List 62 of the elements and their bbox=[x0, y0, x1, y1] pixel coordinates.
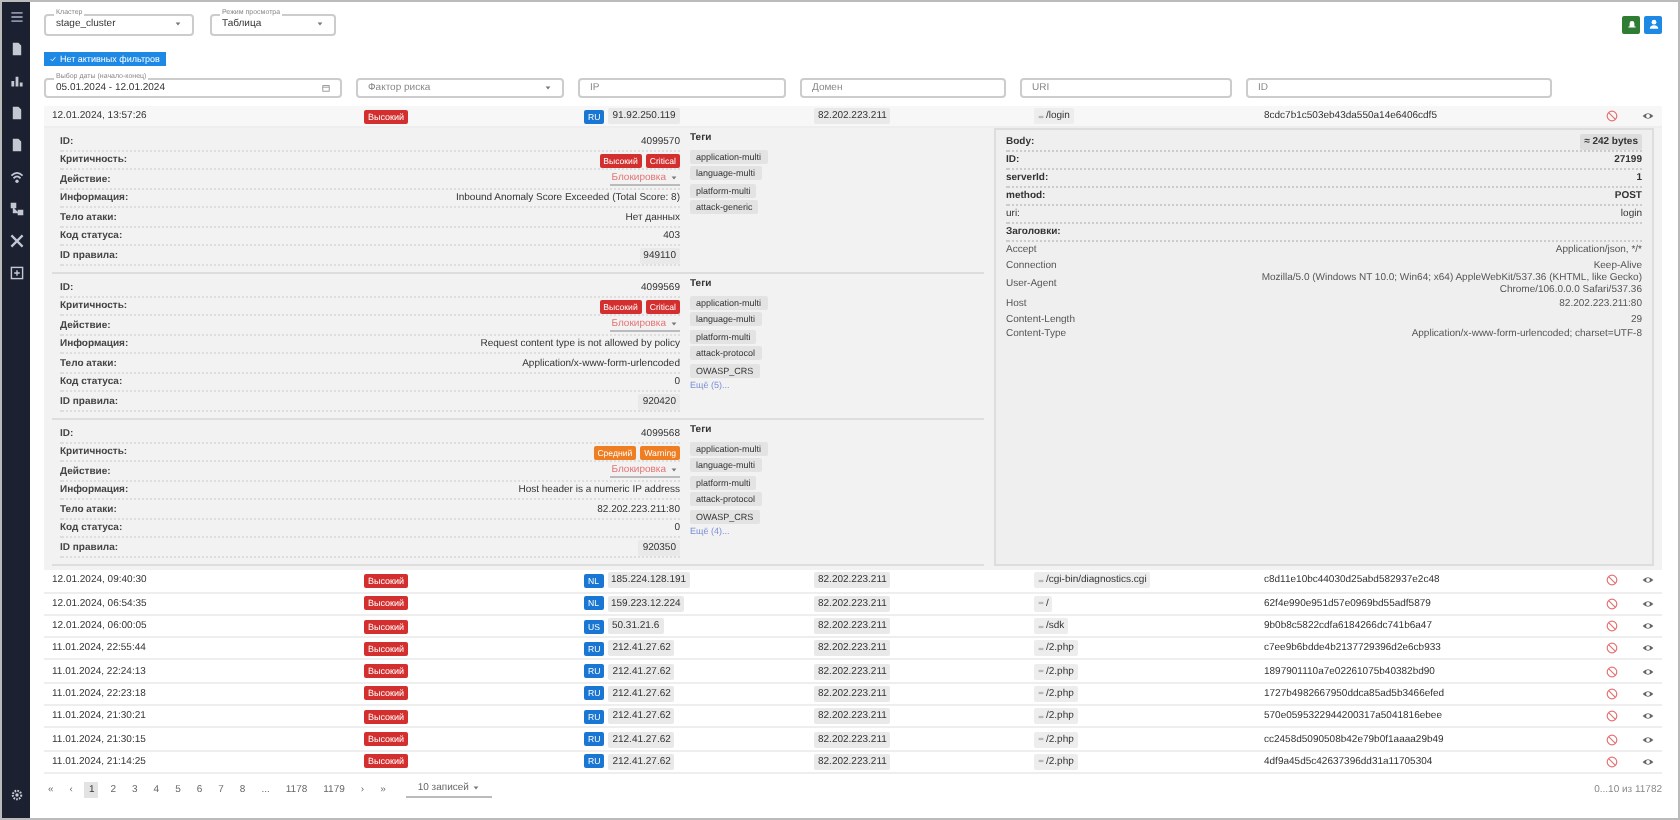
caret-icon bbox=[670, 320, 678, 329]
view-button[interactable] bbox=[1640, 731, 1656, 748]
block-icon bbox=[1606, 733, 1618, 746]
eye-icon bbox=[1642, 110, 1654, 123]
document-icon[interactable] bbox=[9, 106, 23, 120]
user-icon bbox=[1647, 18, 1659, 30]
calendar-icon bbox=[322, 84, 330, 92]
block-icon bbox=[1606, 687, 1618, 700]
block-button[interactable] bbox=[1604, 731, 1620, 748]
view-button[interactable] bbox=[1640, 663, 1656, 680]
block-button[interactable] bbox=[1604, 640, 1620, 657]
block-icon bbox=[1606, 597, 1618, 610]
eye-icon bbox=[1642, 733, 1654, 746]
block-button[interactable] bbox=[1604, 685, 1620, 702]
account-button[interactable] bbox=[1644, 15, 1662, 33]
view-button[interactable] bbox=[1640, 708, 1656, 725]
block-icon bbox=[1606, 574, 1618, 587]
eye-icon bbox=[1642, 574, 1654, 587]
eye-icon bbox=[1642, 597, 1654, 610]
view-button[interactable] bbox=[1640, 640, 1656, 657]
view-button[interactable] bbox=[1640, 753, 1656, 770]
check-icon bbox=[50, 55, 56, 61]
eye-icon bbox=[1642, 710, 1654, 723]
bar-chart-icon[interactable] bbox=[9, 74, 23, 88]
block-button[interactable] bbox=[1604, 572, 1620, 589]
block-button[interactable] bbox=[1604, 108, 1620, 125]
block-button[interactable] bbox=[1604, 708, 1620, 725]
plus-box-icon[interactable] bbox=[9, 266, 23, 280]
block-icon bbox=[1606, 110, 1618, 123]
view-button[interactable] bbox=[1640, 595, 1656, 612]
notifications-button[interactable] bbox=[1622, 15, 1640, 33]
eye-icon bbox=[1642, 687, 1654, 700]
eye-icon bbox=[1642, 642, 1654, 655]
block-icon bbox=[1606, 755, 1618, 768]
eye-icon bbox=[1642, 755, 1654, 768]
block-button[interactable] bbox=[1604, 595, 1620, 612]
tools-icon[interactable] bbox=[9, 234, 23, 248]
document-icon[interactable] bbox=[9, 42, 23, 56]
caret-icon bbox=[174, 20, 182, 28]
caret-icon bbox=[316, 20, 324, 28]
block-button[interactable] bbox=[1604, 618, 1620, 635]
eye-icon bbox=[1642, 665, 1654, 678]
block-button[interactable] bbox=[1604, 753, 1620, 770]
block-icon bbox=[1606, 665, 1618, 678]
caret-icon bbox=[544, 84, 552, 92]
bell-icon bbox=[1625, 18, 1637, 30]
network-icon[interactable] bbox=[9, 202, 23, 216]
settings-icon[interactable] bbox=[9, 788, 23, 802]
view-button[interactable] bbox=[1640, 572, 1656, 589]
document-icon[interactable] bbox=[9, 138, 23, 152]
view-button[interactable] bbox=[1640, 685, 1656, 702]
caret-icon bbox=[670, 174, 678, 183]
block-icon bbox=[1606, 642, 1618, 655]
eye-icon bbox=[1642, 620, 1654, 633]
menu-icon[interactable] bbox=[9, 10, 23, 24]
caret-icon bbox=[670, 466, 678, 475]
block-icon bbox=[1606, 620, 1618, 633]
block-button[interactable] bbox=[1604, 663, 1620, 680]
block-icon bbox=[1606, 710, 1618, 723]
caret-icon bbox=[472, 784, 481, 793]
view-button[interactable] bbox=[1640, 618, 1656, 635]
view-button[interactable] bbox=[1640, 108, 1656, 125]
